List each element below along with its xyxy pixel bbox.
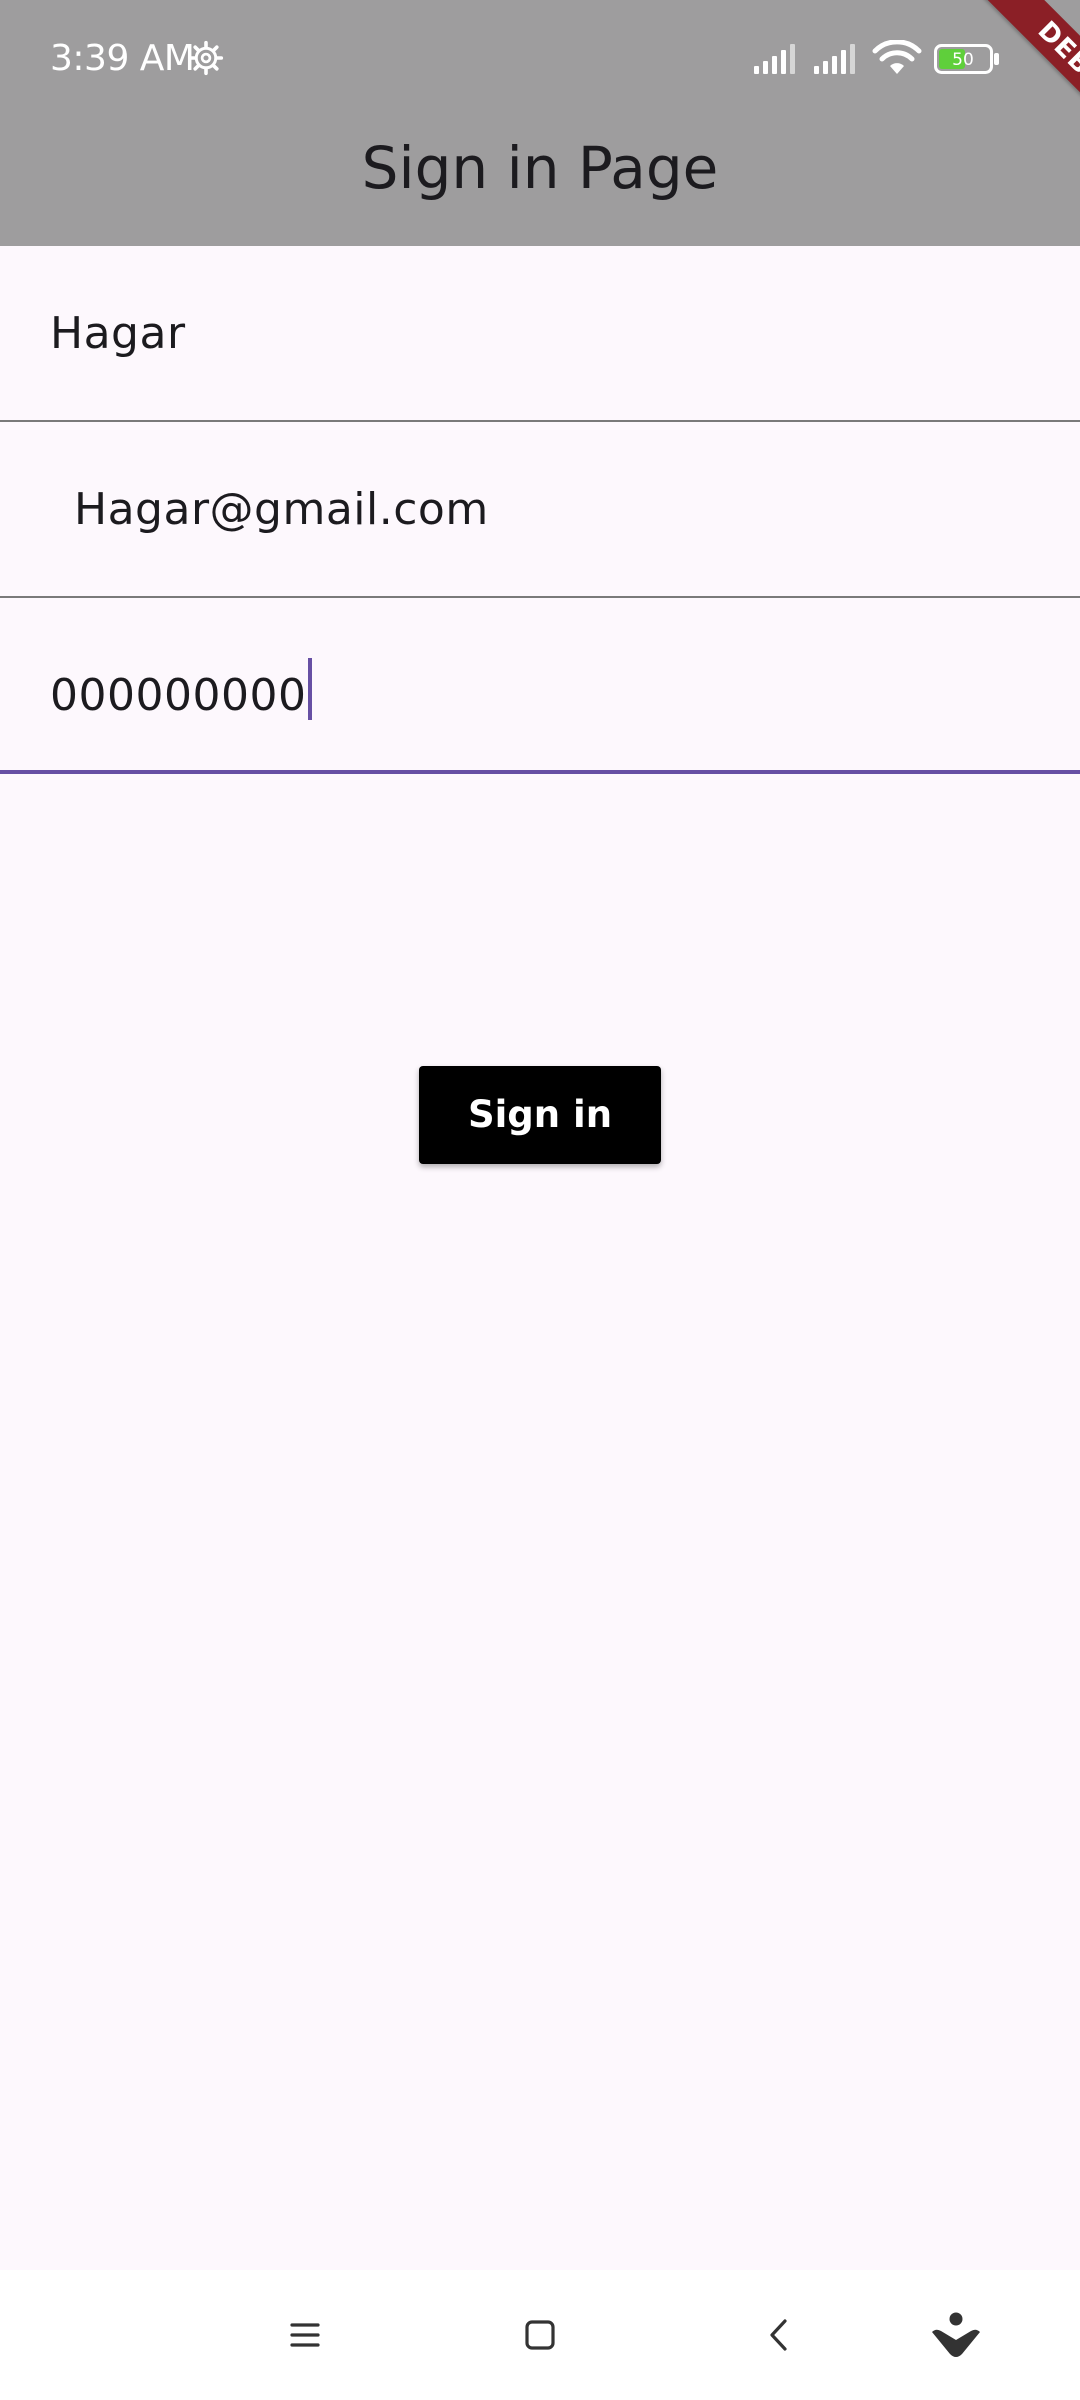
settings-gear-icon xyxy=(188,40,224,76)
status-time: 3:39 AM xyxy=(50,38,195,79)
menu-icon[interactable] xyxy=(280,2310,330,2360)
signal-icon xyxy=(754,44,795,74)
name-field-value[interactable]: Hagar xyxy=(50,306,186,362)
email-field-value[interactable]: Hagar@gmail.com xyxy=(74,482,489,538)
app-bar: 3:39 AM 50 Sign in Page DEBUG xyxy=(0,0,1080,246)
password-field-underline xyxy=(0,770,1080,774)
page-title: Sign in Page xyxy=(361,134,719,202)
signal-icon xyxy=(814,44,855,74)
sign-in-button[interactable]: Sign in xyxy=(419,1066,661,1164)
assistant-icon[interactable] xyxy=(928,2306,984,2362)
password-field-value[interactable]: 000000000 xyxy=(50,670,306,721)
back-icon[interactable] xyxy=(755,2310,805,2360)
name-field[interactable]: Hagar xyxy=(0,246,1080,422)
email-field[interactable]: Hagar@gmail.com xyxy=(0,422,1080,598)
password-field[interactable]: 000000000 xyxy=(0,598,1080,774)
wifi-icon xyxy=(872,40,922,74)
password-field-value-wrap[interactable]: 000000000 xyxy=(50,658,313,724)
text-cursor xyxy=(308,658,313,720)
home-icon[interactable] xyxy=(515,2310,565,2360)
status-bar: 3:39 AM 50 xyxy=(0,0,1080,124)
debug-banner: DEBUG xyxy=(920,0,1080,160)
navigation-bar xyxy=(0,2270,1080,2400)
debug-banner-label: DEBUG xyxy=(973,0,1080,160)
